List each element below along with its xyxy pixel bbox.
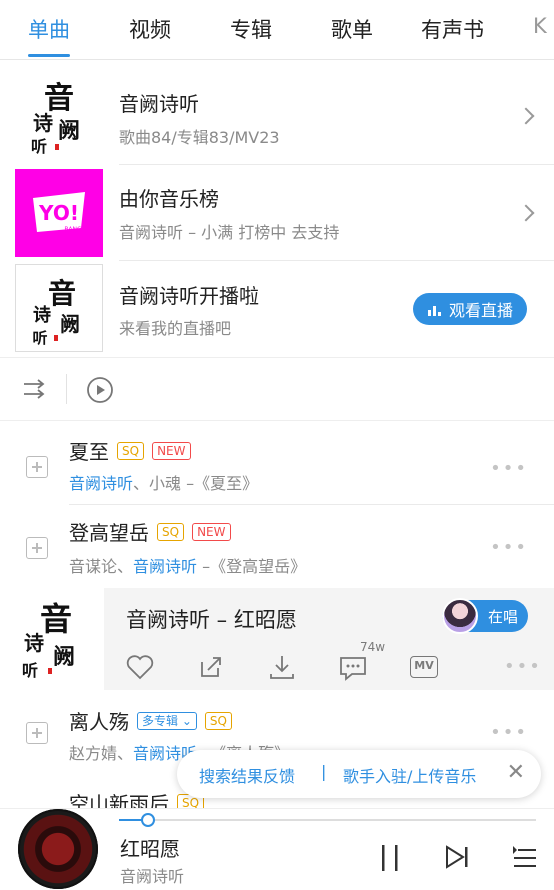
more-icon[interactable]: ••• bbox=[490, 537, 528, 558]
new-badge: NEW bbox=[192, 523, 231, 541]
feedback-bar: 搜索结果反馈 | 歌手入驻/上传音乐 ✕ bbox=[177, 750, 541, 798]
live-cover: 音 诗 阙 听 bbox=[15, 264, 103, 352]
singing-label: 在唱 bbox=[488, 608, 519, 626]
now-playing-title: 音阙诗听 – 红昭愿 bbox=[126, 608, 297, 632]
svg-text:YO!: YO! bbox=[38, 201, 79, 225]
search-feedback-link[interactable]: 搜索结果反馈 bbox=[199, 763, 295, 787]
bars-icon bbox=[427, 306, 441, 316]
song-meta: 音谋论、音阙诗听 –《登高望岳》 bbox=[69, 553, 306, 577]
sq-badge: SQ bbox=[204, 712, 232, 730]
tab-bar: 单曲 视频 专辑 歌单 有声书 K bbox=[0, 0, 554, 60]
artist-link[interactable]: 音阙诗听 bbox=[69, 474, 133, 493]
player-bar[interactable]: 红昭愿 音阙诗听 bbox=[0, 808, 554, 890]
comment-count: 74w bbox=[360, 640, 386, 654]
artist-logo: 音 诗 阙 听 bbox=[15, 68, 103, 156]
sq-badge: SQ bbox=[157, 523, 185, 541]
progress-bar[interactable] bbox=[119, 813, 536, 827]
singer-avatar bbox=[442, 598, 478, 634]
svg-text:音: 音 bbox=[40, 600, 72, 638]
download-icon[interactable] bbox=[268, 654, 296, 680]
add-icon[interactable] bbox=[26, 537, 48, 559]
play-all-icon[interactable] bbox=[86, 376, 114, 404]
more-icon[interactable]: ••• bbox=[504, 656, 542, 677]
live-title: 音阙诗听开播啦 bbox=[119, 284, 259, 308]
artist-row[interactable]: 音 诗 阙 听 音阙诗听 歌曲84/专辑83/MV23 bbox=[0, 60, 554, 165]
svg-text:BANG: BANG bbox=[64, 226, 82, 233]
svg-text:阙: 阙 bbox=[60, 312, 80, 336]
live-desc: 来看我的直播吧 bbox=[119, 319, 232, 338]
comment-icon[interactable] bbox=[338, 654, 368, 682]
player-artist: 音阙诗听 bbox=[120, 867, 185, 886]
song-title-text: 夏至 bbox=[69, 440, 109, 464]
song-actions: 74w MV ••• bbox=[0, 640, 554, 684]
artist-stats: 歌曲84/专辑83/MV23 bbox=[119, 128, 280, 147]
shuffle-icon[interactable] bbox=[22, 378, 50, 400]
divider bbox=[66, 374, 67, 404]
tab-album[interactable]: 专辑 bbox=[230, 14, 272, 44]
artist-name: 音阙诗听 bbox=[119, 92, 199, 116]
chevron-down-icon: ⌄ bbox=[178, 714, 192, 728]
new-badge: NEW bbox=[152, 442, 191, 460]
svg-text:阙: 阙 bbox=[58, 118, 80, 144]
add-icon[interactable] bbox=[26, 722, 48, 744]
yo-bang-logo: YO! BANG bbox=[15, 169, 103, 257]
tab-playlist[interactable]: 歌单 bbox=[331, 14, 373, 44]
singing-button[interactable]: 在唱 bbox=[442, 598, 528, 634]
more-icon[interactable]: ••• bbox=[490, 722, 528, 743]
heart-icon[interactable] bbox=[126, 654, 154, 680]
chart-desc: 音阙诗听 – 小满 打榜中 去支持 bbox=[119, 223, 340, 242]
tab-video[interactable]: 视频 bbox=[129, 14, 171, 44]
song-meta-rest: 、小魂 –《夏至》 bbox=[133, 474, 259, 493]
now-playing-row[interactable]: 音 诗 阙 听 音阙诗听 – 红昭愿 在唱 74w MV ••• bbox=[0, 588, 554, 690]
close-icon[interactable]: ✕ bbox=[507, 760, 525, 785]
song-meta: 音阙诗听、小魂 –《夏至》 bbox=[69, 470, 258, 494]
svg-text:听: 听 bbox=[32, 329, 47, 347]
playlist-icon[interactable] bbox=[512, 843, 538, 871]
upload-music-link[interactable]: 歌手入驻/上传音乐 bbox=[343, 763, 476, 787]
svg-text:听: 听 bbox=[31, 137, 47, 156]
more-icon[interactable]: ••• bbox=[490, 458, 528, 479]
svg-text:诗: 诗 bbox=[24, 631, 44, 655]
song-row[interactable]: 夏至 SQ NEW 音阙诗听、小魂 –《夏至》 ••• bbox=[0, 422, 554, 505]
svg-text:诗: 诗 bbox=[33, 111, 53, 135]
song-title-text: 登高望岳 bbox=[69, 521, 149, 545]
watch-live-label: 观看直播 bbox=[448, 301, 513, 320]
song-title-text: 离人殇 bbox=[69, 710, 129, 734]
song-title: 夏至 SQ NEW bbox=[69, 436, 191, 465]
active-tab-indicator bbox=[28, 54, 70, 57]
sq-badge: SQ bbox=[117, 442, 145, 460]
song-title: 离人殇 多专辑 ⌄ SQ bbox=[69, 706, 232, 735]
song-meta-pre: 音谋论、 bbox=[69, 557, 134, 576]
tab-single[interactable]: 单曲 bbox=[28, 14, 70, 44]
svg-text:诗: 诗 bbox=[33, 305, 51, 326]
pause-icon[interactable] bbox=[378, 843, 402, 873]
svg-text:音: 音 bbox=[48, 277, 76, 310]
add-icon[interactable] bbox=[26, 456, 48, 478]
multi-album-badge[interactable]: 多专辑 ⌄ bbox=[137, 712, 197, 730]
share-icon[interactable] bbox=[198, 654, 224, 680]
watch-live-button[interactable]: 观看直播 bbox=[413, 293, 527, 325]
list-controls bbox=[0, 357, 554, 421]
chevron-right-icon bbox=[517, 204, 535, 222]
song-title: 登高望岳 SQ NEW bbox=[69, 517, 231, 546]
chart-row[interactable]: YO! BANG 由你音乐榜 音阙诗听 – 小满 打榜中 去支持 bbox=[0, 165, 554, 261]
album-disc[interactable] bbox=[18, 809, 98, 889]
next-icon[interactable] bbox=[444, 843, 470, 871]
tab-audiobook[interactable]: 有声书 bbox=[421, 14, 484, 44]
mv-icon[interactable]: MV bbox=[410, 656, 438, 678]
separator: | bbox=[321, 762, 327, 781]
chevron-right-icon bbox=[517, 107, 535, 125]
song-meta-pre: 赵方婧、 bbox=[69, 744, 134, 763]
song-row[interactable]: 登高望岳 SQ NEW 音谋论、音阙诗听 –《登高望岳》 ••• bbox=[0, 505, 554, 587]
artist-link[interactable]: 音阙诗听 bbox=[133, 557, 197, 576]
chart-name: 由你音乐榜 bbox=[119, 187, 219, 211]
tab-karaoke[interactable]: K bbox=[533, 14, 547, 38]
player-title: 红昭愿 bbox=[120, 837, 180, 861]
multi-album-label: 多专辑 bbox=[142, 714, 179, 728]
song-meta-rest: –《登高望岳》 bbox=[197, 557, 307, 576]
progress-knob[interactable] bbox=[141, 813, 156, 827]
